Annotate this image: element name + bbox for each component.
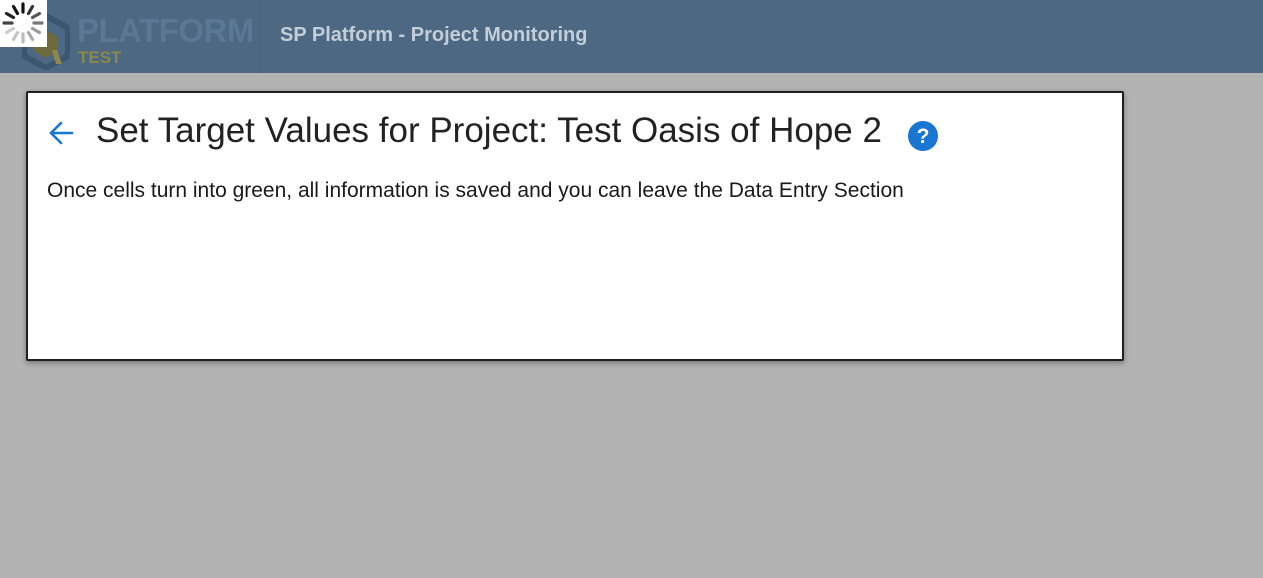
top-navbar: PLATFORM TEST SP Platform - Project Moni… bbox=[0, 0, 1263, 73]
page-title: Set Target Values for Project: Test Oasi… bbox=[96, 111, 882, 150]
svg-text:?: ? bbox=[917, 125, 930, 148]
instruction-text: Once cells turn into green, all informat… bbox=[47, 179, 904, 202]
question-circle-icon[interactable]: ? bbox=[907, 120, 939, 152]
target-values-card: Set Target Values for Project: Test Oasi… bbox=[26, 91, 1124, 361]
app-title: SP Platform - Project Monitoring bbox=[280, 24, 588, 46]
loading-spinner-icon bbox=[0, 0, 47, 47]
arrow-left-icon[interactable] bbox=[46, 118, 76, 148]
logo-environment-label: TEST bbox=[78, 48, 122, 67]
logo-wordmark: PLATFORM bbox=[77, 12, 254, 49]
